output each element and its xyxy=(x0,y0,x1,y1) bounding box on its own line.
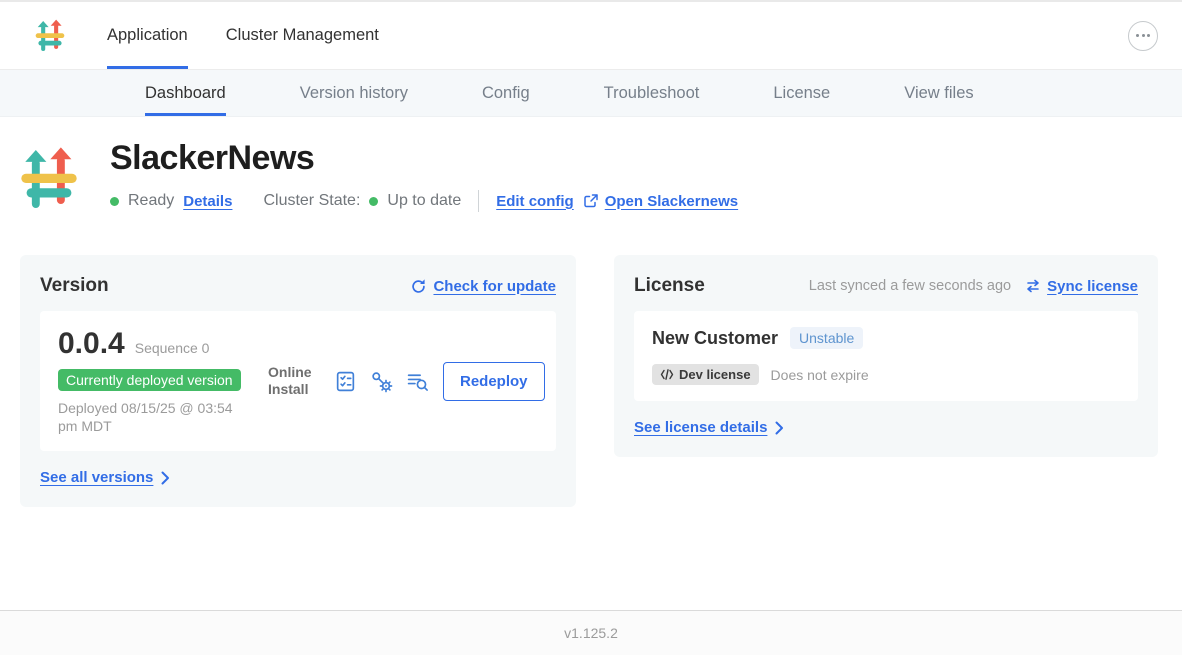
external-link-icon xyxy=(583,193,599,209)
license-card-title: License xyxy=(634,275,705,297)
refresh-icon xyxy=(410,278,427,295)
version-number: 0.0.4 xyxy=(58,327,125,361)
view-logs-icon[interactable] xyxy=(406,370,429,393)
expiration-text: Does not expire xyxy=(771,367,869,383)
license-row-type: Dev license Does not expire xyxy=(652,364,1120,385)
chevron-right-icon xyxy=(161,471,170,485)
subnav-item-license[interactable]: License xyxy=(773,70,830,116)
hash-arrows-icon xyxy=(20,143,78,215)
code-icon xyxy=(660,369,674,380)
redeploy-button[interactable]: Redeploy xyxy=(443,362,545,401)
app-status-text: Ready xyxy=(128,192,174,210)
subnav-item-view-files[interactable]: View files xyxy=(904,70,973,116)
footer: v1.125.2 xyxy=(0,610,1182,655)
tab-application[interactable]: Application xyxy=(107,2,188,69)
app-subnav: Dashboard Version history Config Trouble… xyxy=(0,70,1182,117)
license-card: License Last synced a few seconds ago Sy… xyxy=(614,255,1158,457)
app-status-row: Ready Details Cluster State: Up to date … xyxy=(110,190,738,212)
page: Application Cluster Management Dashboard… xyxy=(0,0,1182,655)
sync-license-label: Sync license xyxy=(1047,278,1138,295)
license-type-label: Dev license xyxy=(679,367,751,382)
cluster-state-dot xyxy=(369,197,378,206)
sequence-label: Sequence 0 xyxy=(135,340,210,356)
console-version: v1.125.2 xyxy=(564,625,618,641)
app-info: SlackerNews Ready Details Cluster State:… xyxy=(110,139,738,215)
version-card-header: Version Check for update xyxy=(40,275,556,297)
subnav-item-version-history[interactable]: Version history xyxy=(300,70,408,116)
version-actions xyxy=(334,370,429,393)
more-menu-button[interactable] xyxy=(1128,21,1158,51)
see-license-details-label: See license details xyxy=(634,419,767,436)
config-tools-icon[interactable] xyxy=(370,370,393,393)
divider xyxy=(478,190,479,212)
subnav-item-troubleshoot[interactable]: Troubleshoot xyxy=(604,70,700,116)
app-icon xyxy=(20,143,78,215)
see-all-versions-label: See all versions xyxy=(40,469,153,486)
subnav-item-config[interactable]: Config xyxy=(482,70,530,116)
license-sync-group: Last synced a few seconds ago Sync licen… xyxy=(809,278,1138,295)
license-type-badge: Dev license xyxy=(652,364,759,385)
version-summary: 0.0.4 Sequence 0 Currently deployed vers… xyxy=(58,327,254,435)
tab-cluster-management[interactable]: Cluster Management xyxy=(226,2,379,69)
details-link[interactable]: Details xyxy=(183,193,232,210)
app-logo-icon xyxy=(35,19,65,53)
sync-icon xyxy=(1025,278,1041,294)
check-for-update-link[interactable]: Check for update xyxy=(410,278,556,295)
page-title: SlackerNews xyxy=(110,139,738,178)
deployed-timestamp: Deployed 08/15/25 @ 03:54 pm MDT xyxy=(58,399,254,435)
customer-name: New Customer xyxy=(652,328,778,349)
check-for-update-label: Check for update xyxy=(433,278,556,295)
open-app-link[interactable]: Open Slackernews xyxy=(583,193,738,210)
deployed-badge: Currently deployed version xyxy=(58,369,241,391)
version-line: 0.0.4 Sequence 0 xyxy=(58,327,254,361)
subnav-item-dashboard[interactable]: Dashboard xyxy=(145,70,226,116)
cluster-state-label: Cluster State: xyxy=(263,192,360,210)
version-card: Version Check for update 0.0.4 Sequence xyxy=(20,255,576,507)
main-content: SlackerNews Ready Details Cluster State:… xyxy=(0,117,1182,610)
chevron-right-icon xyxy=(775,421,784,435)
app-header: SlackerNews Ready Details Cluster State:… xyxy=(20,139,1158,215)
license-details-panel: New Customer Unstable Dev license xyxy=(634,311,1138,401)
preflight-checks-icon[interactable] xyxy=(334,370,357,393)
app-status-dot xyxy=(110,197,119,206)
top-tabs: Application Cluster Management xyxy=(107,2,417,69)
hash-arrows-icon xyxy=(35,19,65,53)
version-card-title: Version xyxy=(40,275,109,297)
edit-config-link[interactable]: Edit config xyxy=(496,193,574,210)
license-row-customer: New Customer Unstable xyxy=(652,327,1120,349)
channel-badge: Unstable xyxy=(790,327,863,349)
last-synced-text: Last synced a few seconds ago xyxy=(809,278,1011,294)
current-version-panel: 0.0.4 Sequence 0 Currently deployed vers… xyxy=(40,311,556,451)
see-all-versions-link[interactable]: See all versions xyxy=(40,469,170,486)
see-license-details-link[interactable]: See license details xyxy=(634,419,784,436)
ellipsis-icon xyxy=(1136,34,1139,37)
top-navigation: Application Cluster Management xyxy=(0,0,1182,70)
install-type-label: Online Install xyxy=(268,364,320,399)
cluster-state-value: Up to date xyxy=(387,192,461,210)
sync-license-link[interactable]: Sync license xyxy=(1025,278,1138,295)
dashboard-cards: Version Check for update 0.0.4 Sequence xyxy=(20,255,1158,507)
open-app-link-label: Open Slackernews xyxy=(605,193,738,210)
license-card-header: License Last synced a few seconds ago Sy… xyxy=(634,275,1138,297)
